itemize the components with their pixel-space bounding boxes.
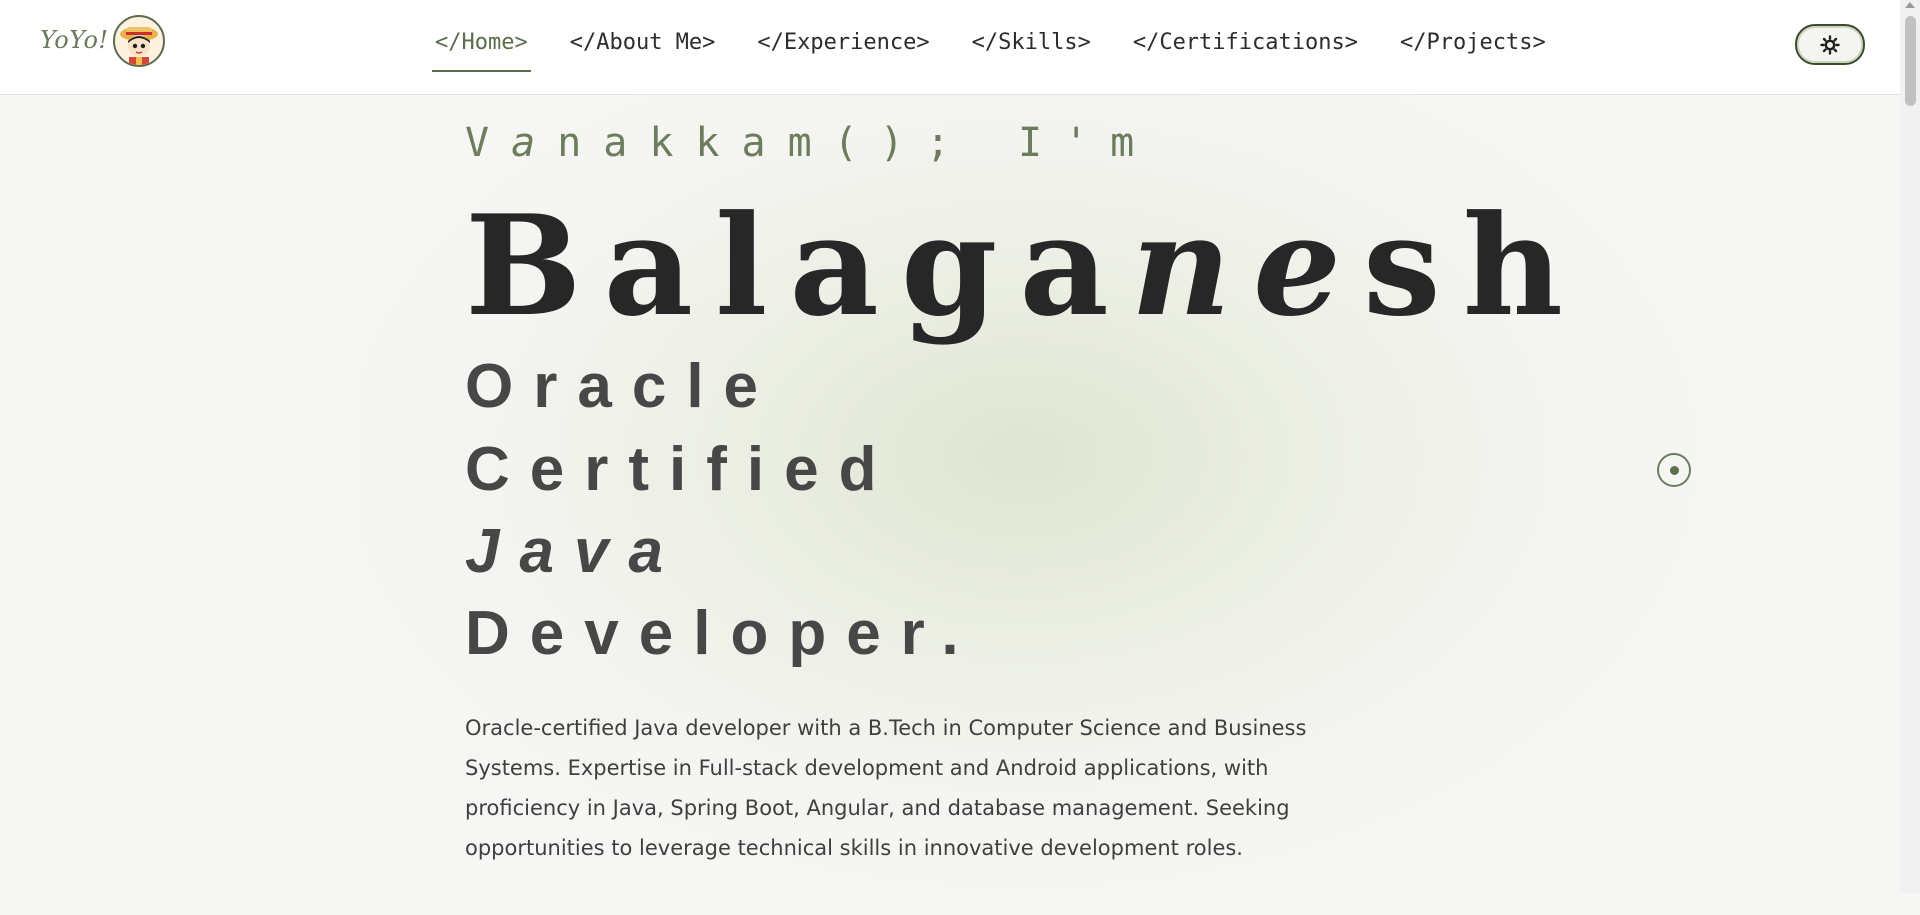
role-line-2: Certified bbox=[465, 435, 897, 504]
anime-avatar-icon bbox=[120, 27, 158, 65]
scroll-indicator-button[interactable] bbox=[1657, 453, 1691, 487]
nav-skills[interactable]: </Skills> bbox=[969, 28, 1094, 72]
greeting-part: V bbox=[465, 120, 512, 166]
name-part: Balaga bbox=[465, 184, 1131, 347]
nav-home[interactable]: </Home> bbox=[432, 28, 531, 72]
top-navbar: YoYo! </Home> </About Me> </Experience> … bbox=[0, 0, 1900, 95]
role-line-3: Java bbox=[465, 517, 683, 586]
nav-about-me[interactable]: </About Me> bbox=[567, 28, 719, 72]
sun-icon bbox=[1820, 34, 1840, 55]
nav-projects[interactable]: </Projects> bbox=[1397, 28, 1549, 72]
hero-description: Oracle-certified Java developer with a B… bbox=[465, 716, 1307, 860]
logo-text[interactable]: YoYo! bbox=[40, 26, 109, 54]
scroll-thumb[interactable] bbox=[1905, 16, 1916, 106]
greeting-part-italic: a bbox=[511, 120, 558, 166]
hero-name: Balaganesh bbox=[465, 196, 1585, 336]
scroll-up-arrow-icon[interactable] bbox=[1905, 2, 1915, 8]
role-line-1: Oracle bbox=[465, 352, 779, 421]
nav-experience[interactable]: </Experience> bbox=[754, 28, 932, 72]
greeting-part: nakkam(); I'm bbox=[557, 120, 1157, 166]
avatar[interactable] bbox=[113, 15, 165, 67]
main-nav: </Home> </About Me> </Experience> </Skil… bbox=[432, 28, 1585, 72]
name-part: sh bbox=[1362, 184, 1585, 347]
page-scrollbar[interactable] bbox=[1900, 0, 1920, 893]
name-part-italic: ne bbox=[1130, 184, 1363, 347]
nav-certifications[interactable]: </Certifications> bbox=[1130, 28, 1361, 72]
role-line-4: Developer. bbox=[465, 599, 979, 668]
greeting-text: Vanakkam(); I'm bbox=[465, 120, 1156, 166]
theme-toggle-button[interactable] bbox=[1795, 24, 1865, 65]
dot-icon bbox=[1669, 465, 1679, 475]
